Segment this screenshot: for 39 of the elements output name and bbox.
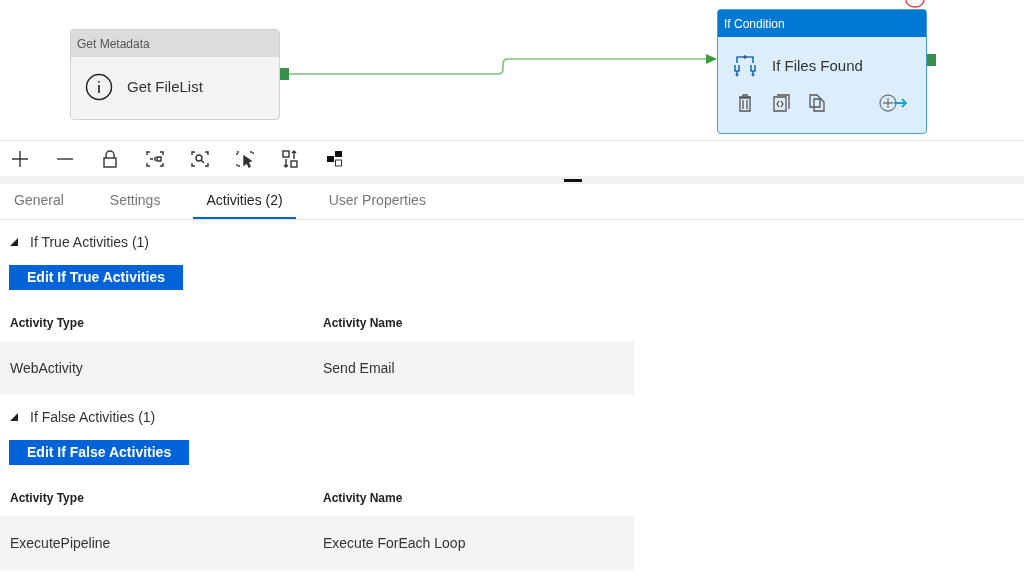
output-handle[interactable]: [280, 68, 289, 80]
copy-icon[interactable]: [808, 94, 826, 112]
add-output-icon[interactable]: [878, 93, 908, 113]
section-title: If True Activities (1): [30, 232, 150, 252]
info-icon: [85, 73, 113, 101]
tab[interactable]: Activities (2): [193, 184, 296, 219]
expanded-triangle-icon[interactable]: [10, 413, 18, 421]
column-header: Activity Type: [10, 489, 85, 507]
column-header: Activity Name: [323, 314, 404, 332]
minus-icon: [56, 156, 74, 161]
edit-activities-button[interactable]: Edit If True Activities: [9, 265, 183, 290]
table-row[interactable]: WebActivity Send Email: [0, 341, 634, 395]
error-ring-icon: [905, 0, 925, 8]
tab[interactable]: User Properties: [315, 184, 439, 219]
node-name: If Files Found: [772, 55, 863, 76]
tab[interactable]: General: [1, 184, 77, 219]
auto-align-button[interactable]: [279, 147, 301, 170]
code-icon[interactable]: [772, 94, 790, 112]
edit-activities-button[interactable]: Edit If False Activities: [9, 440, 190, 465]
column-header: Activity Type: [10, 314, 85, 332]
activity-node[interactable]: If Condition If Files Found: [717, 9, 927, 134]
auto-align-icon: [279, 147, 301, 170]
branch-icon: [732, 53, 758, 79]
section-title: If False Activities (1): [30, 407, 156, 427]
output-handle[interactable]: [927, 54, 936, 66]
table-cell-text: ExecutePipeline: [10, 533, 112, 553]
delete-icon[interactable]: [736, 94, 754, 112]
table-cell-text: WebActivity: [10, 358, 84, 378]
splitter-handle[interactable]: [564, 179, 582, 182]
table-row[interactable]: ExecutePipeline Execute ForEach Loop: [0, 516, 634, 570]
node-type: Get Metadata: [77, 35, 150, 53]
table-cell-text: Execute ForEach Loop: [323, 533, 467, 553]
node-type: If Condition: [724, 15, 785, 33]
node-name: Get FileList: [127, 76, 203, 97]
table-cell-text: Send Email: [323, 358, 396, 378]
expanded-triangle-icon[interactable]: [10, 238, 18, 246]
activity-node[interactable]: Get Metadata Get FileList: [70, 29, 280, 120]
column-header: Activity Name: [323, 489, 404, 507]
tab[interactable]: Settings: [96, 184, 174, 219]
